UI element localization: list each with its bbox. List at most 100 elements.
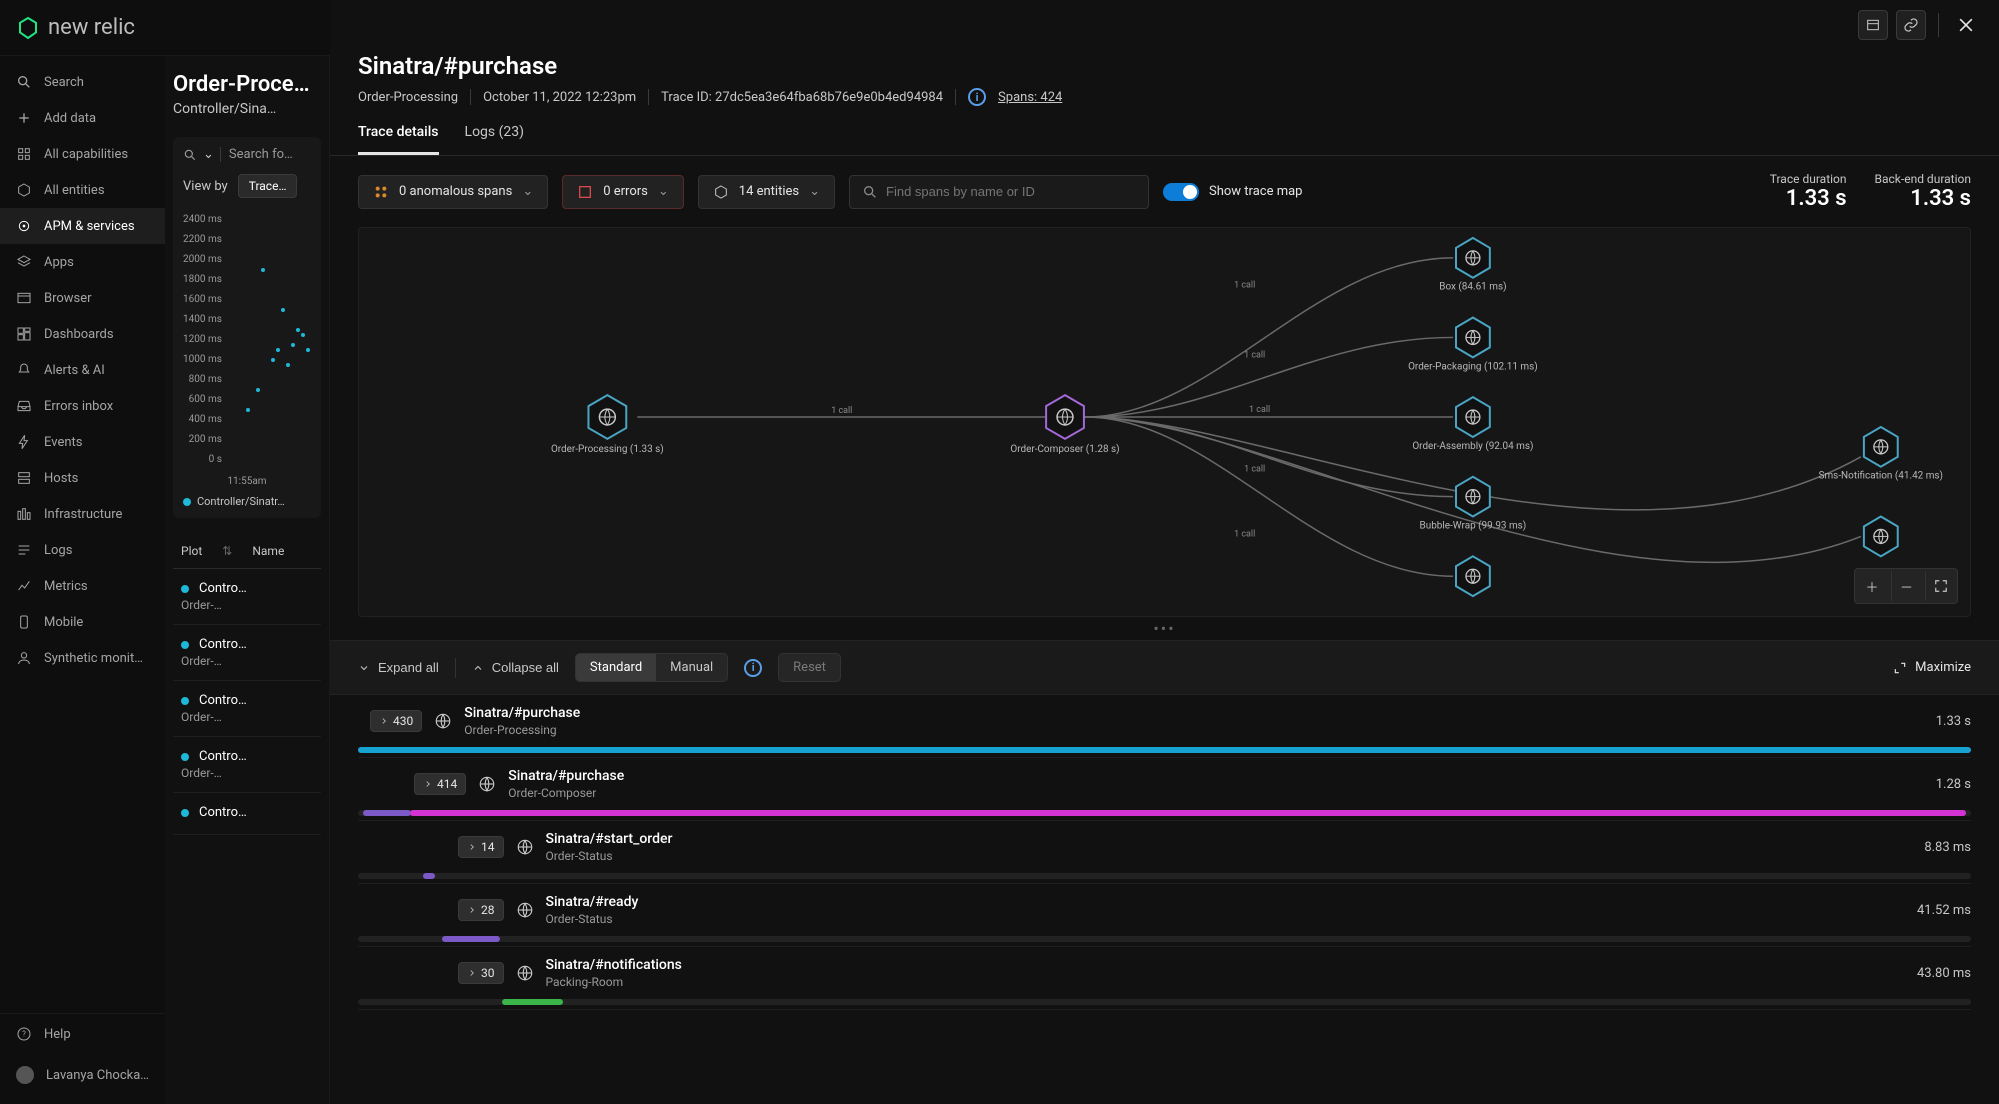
- trace-map[interactable]: 1 call 1 call 1 call 1 call 1 call 1 cal…: [358, 227, 1971, 617]
- sidebar-item-hosts[interactable]: Hosts: [0, 460, 165, 496]
- mobile-icon: [16, 614, 32, 630]
- sidebar-item-errors[interactable]: Errors inbox: [0, 388, 165, 424]
- expand-all-button[interactable]: Expand all: [358, 660, 439, 675]
- export-button[interactable]: [1858, 10, 1888, 40]
- close-button[interactable]: [1951, 10, 1981, 40]
- sidebar-item-infra[interactable]: Infrastructure: [0, 496, 165, 532]
- sidebar-item-apm[interactable]: APM & services: [0, 208, 165, 244]
- mid-trace-row[interactable]: Contro…Order-…: [173, 625, 321, 681]
- seg-manual[interactable]: Manual: [656, 654, 727, 681]
- backend-duration-value: 1.33 s: [1875, 186, 1971, 211]
- anomalous-spans-filter[interactable]: 0 anomalous spans ⌄: [358, 175, 548, 209]
- window-icon: [16, 290, 32, 306]
- trace-id-label: Trace ID: 27dc5ea3e64fba68b76e9e0b4ed949…: [661, 90, 943, 105]
- span-count-chip[interactable]: 430: [370, 710, 422, 732]
- mid-trace-row[interactable]: Contro…Order-…: [173, 569, 321, 625]
- sidebar-item-apps[interactable]: Apps: [0, 244, 165, 280]
- trace-title: Sinatra/#purchase: [358, 52, 1971, 80]
- map-zoom-in[interactable]: ＋: [1857, 571, 1887, 601]
- sidebar-item-metrics[interactable]: Metrics: [0, 568, 165, 604]
- legend-dot-icon: [183, 498, 191, 506]
- spans-link[interactable]: Spans: 424: [998, 90, 1062, 105]
- reset-button[interactable]: Reset: [778, 653, 841, 682]
- sidebar-item-dashboards[interactable]: Dashboards: [0, 316, 165, 352]
- tab-trace-details[interactable]: Trace details: [358, 124, 439, 155]
- span-count-chip[interactable]: 414: [414, 773, 466, 795]
- chart-yaxis: 2400 ms2200 ms2000 ms 1800 ms1600 ms1400…: [183, 210, 222, 470]
- svg-text:Order-Composer (1.28 s): Order-Composer (1.28 s): [1010, 444, 1119, 455]
- permalink-button[interactable]: [1896, 10, 1926, 40]
- span-count-chip[interactable]: 28: [458, 899, 504, 921]
- trace-map-toggle-label: Show trace map: [1209, 184, 1302, 199]
- sidebar-item-synthetic[interactable]: Synthetic monit…: [0, 640, 165, 676]
- info-icon[interactable]: i: [968, 88, 986, 106]
- sidebar-item-all-entities[interactable]: All entities: [0, 172, 165, 208]
- span-bar-track: [358, 936, 1971, 942]
- sidebar-item-search[interactable]: Search: [0, 64, 165, 100]
- span-search-input[interactable]: [886, 184, 1136, 199]
- sidebar-item-events[interactable]: Events: [0, 424, 165, 460]
- span-service: Order-Status: [546, 912, 639, 926]
- sidebar-item-logs[interactable]: Logs: [0, 532, 165, 568]
- trace-duration-value: 1.33 s: [1770, 186, 1847, 211]
- col-plot[interactable]: Plot: [181, 544, 202, 558]
- mid-trace-row[interactable]: Contro…Order-…: [173, 681, 321, 737]
- chart-icon: [16, 578, 32, 594]
- status-dot-icon: [181, 585, 189, 593]
- view-mode-toggle: Standard Manual: [575, 653, 728, 682]
- map-fit[interactable]: [1925, 571, 1955, 601]
- span-bar-track: [358, 873, 1971, 879]
- trace-map-toggle[interactable]: [1163, 183, 1199, 201]
- view-by-label: View by: [183, 179, 228, 194]
- span-row[interactable]: 14 Sinatra/#start_order Order-Status 8.8…: [358, 821, 1971, 884]
- span-service: Order-Processing: [464, 723, 580, 737]
- span-name: Sinatra/#purchase: [508, 768, 624, 784]
- span-count-chip[interactable]: 30: [458, 962, 504, 984]
- sidebar-item-alerts[interactable]: Alerts & AI: [0, 352, 165, 388]
- tab-logs[interactable]: Logs (23): [465, 124, 525, 155]
- sidebar-user[interactable]: Lavanya Chocka…: [0, 1054, 165, 1096]
- sidebar-item-add-data[interactable]: Add data: [0, 100, 165, 136]
- seg-standard[interactable]: Standard: [576, 654, 656, 681]
- grid-icon: [16, 146, 32, 162]
- svg-text:1 call: 1 call: [1244, 465, 1265, 475]
- dashboard-icon: [16, 326, 32, 342]
- mid-search[interactable]: ⌄ Search fo…: [183, 147, 311, 162]
- span-row[interactable]: 30 Sinatra/#notifications Packing-Room 4…: [358, 947, 1971, 1010]
- globe-icon: [516, 838, 534, 856]
- span-search[interactable]: [849, 175, 1149, 209]
- span-row[interactable]: 414 Sinatra/#purchase Order-Composer 1.2…: [358, 758, 1971, 821]
- resize-handle[interactable]: •••: [330, 617, 1999, 640]
- svg-text:1 call: 1 call: [1249, 405, 1270, 415]
- sidebar-item-all-capabilities[interactable]: All capabilities: [0, 136, 165, 172]
- maximize-icon: [1893, 661, 1907, 675]
- span-row[interactable]: 28 Sinatra/#ready Order-Status 41.52 ms: [358, 884, 1971, 947]
- globe-icon: [516, 901, 534, 919]
- span-bar-track: [358, 810, 1971, 816]
- view-by-button[interactable]: Trace…: [238, 174, 298, 198]
- chevron-right-icon: [467, 968, 477, 978]
- sidebar-nav: Search Add data All capabilities All ent…: [0, 56, 165, 1104]
- col-name[interactable]: Name: [252, 544, 284, 558]
- plus-icon: [16, 110, 32, 126]
- mid-trace-row[interactable]: Contro…: [173, 793, 321, 835]
- mid-trace-row[interactable]: Contro…Order-…: [173, 737, 321, 793]
- collapse-all-button[interactable]: Collapse all: [472, 660, 559, 675]
- svg-text:Box (84.61 ms): Box (84.61 ms): [1439, 282, 1506, 293]
- sidebar-item-browser[interactable]: Browser: [0, 280, 165, 316]
- errors-filter[interactable]: 0 errors ⌄: [562, 175, 684, 209]
- layers-icon: [16, 254, 32, 270]
- span-duration: 8.83 ms: [1924, 840, 1971, 855]
- map-zoom-out[interactable]: －: [1891, 571, 1921, 601]
- maximize-button[interactable]: Maximize: [1893, 660, 1971, 675]
- span-row[interactable]: 430 Sinatra/#purchase Order-Processing 1…: [358, 695, 1971, 758]
- sidebar-item-mobile[interactable]: Mobile: [0, 604, 165, 640]
- sidebar-help[interactable]: ? Help: [0, 1014, 165, 1054]
- anomaly-icon: [373, 184, 389, 200]
- chevron-down-icon: [358, 662, 370, 674]
- trace-timestamp: October 11, 2022 12:23pm: [483, 90, 636, 105]
- span-count-chip[interactable]: 14: [458, 836, 504, 858]
- error-icon: [577, 184, 593, 200]
- info-icon[interactable]: i: [744, 659, 762, 677]
- entities-filter[interactable]: 14 entities ⌄: [698, 175, 835, 209]
